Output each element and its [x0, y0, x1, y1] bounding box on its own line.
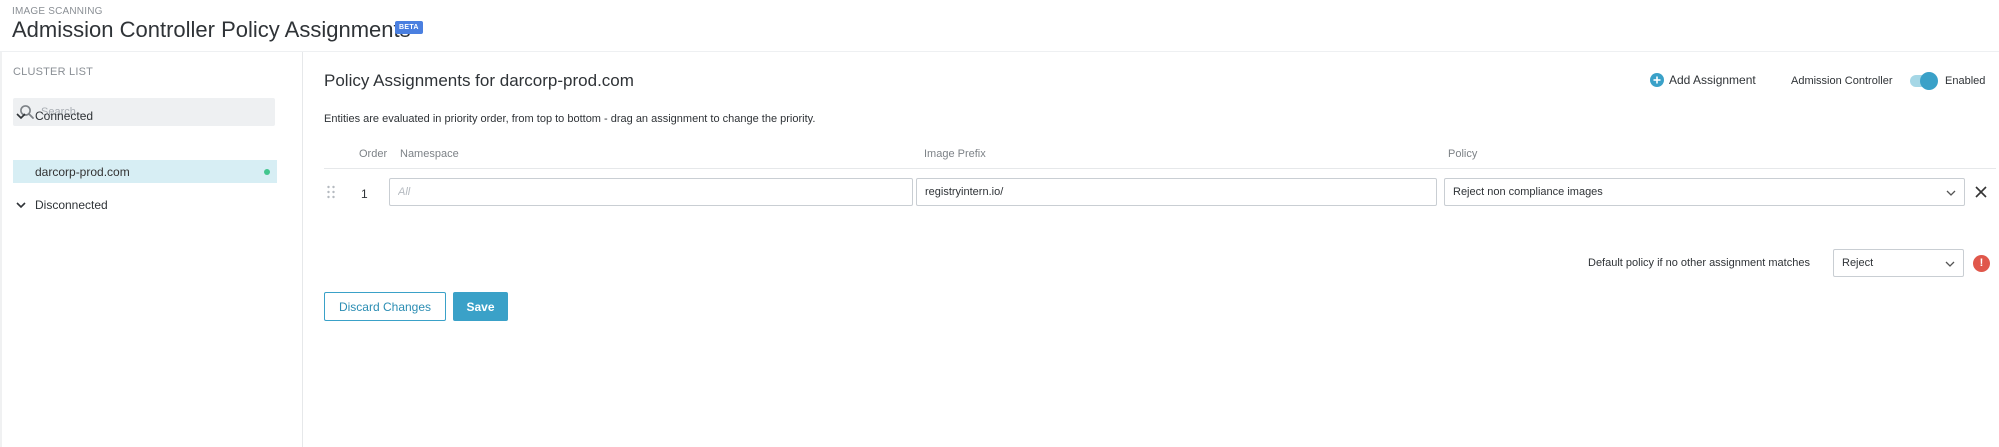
group-disconnected-toggle[interactable]: Disconnected — [15, 195, 108, 215]
column-header-order: Order — [359, 148, 388, 160]
row-order-number: 1 — [361, 187, 368, 201]
cluster-name: darcorp-prod.com — [35, 164, 130, 179]
chevron-down-icon — [16, 113, 26, 120]
assignments-title: Policy Assignments for darcorp-prod.com — [324, 71, 634, 90]
remove-assignment-icon[interactable] — [1974, 185, 1988, 199]
default-policy-select[interactable]: Reject — [1833, 249, 1964, 277]
group-connected-toggle[interactable]: Connected — [15, 106, 93, 126]
column-header-namespace: Namespace — [400, 148, 459, 160]
image-prefix-input[interactable] — [916, 178, 1437, 206]
chevron-down-icon — [16, 202, 26, 209]
warning-icon: ! — [1973, 255, 1990, 272]
chevron-down-icon — [1946, 190, 1956, 196]
plus-circle-icon — [1650, 73, 1664, 87]
cluster-sidebar: CLUSTER LIST Connected darcorp-prod.com … — [0, 52, 303, 447]
priority-description: Entities are evaluated in priority order… — [324, 113, 816, 125]
admission-controller-status: Enabled — [1945, 75, 1986, 87]
default-policy-label: Default policy if no other assignment ma… — [1588, 257, 1810, 269]
default-policy-value: Reject — [1842, 257, 1874, 269]
policy-select-value: Reject non compliance images — [1453, 186, 1603, 198]
admission-controller-label: Admission Controller — [1791, 75, 1893, 87]
cluster-item-darcorp-prod[interactable]: darcorp-prod.com — [13, 160, 277, 183]
group-label-connected: Connected — [35, 109, 94, 123]
column-header-image-prefix: Image Prefix — [924, 148, 986, 160]
chevron-down-icon — [1945, 261, 1955, 267]
policy-select[interactable]: Reject non compliance images — [1444, 178, 1965, 206]
add-assignment-label: Add Assignment — [1669, 73, 1756, 87]
discard-changes-button[interactable]: Discard Changes — [324, 292, 446, 321]
toggle-knob — [1920, 72, 1938, 90]
connected-status-dot — [264, 169, 270, 175]
cluster-list-heading: CLUSTER LIST — [13, 66, 94, 78]
save-button[interactable]: Save — [453, 292, 508, 321]
column-header-policy: Policy — [1448, 148, 1478, 160]
add-assignment-button[interactable]: Add Assignment — [1650, 73, 1756, 87]
admission-controller-toggle[interactable] — [1910, 72, 1938, 90]
section-eyebrow: IMAGE SCANNING — [12, 6, 103, 17]
main-panel: Policy Assignments for darcorp-prod.com … — [304, 52, 1999, 447]
table-divider — [324, 168, 1996, 169]
beta-badge: BETA — [395, 21, 423, 34]
group-label-disconnected: Disconnected — [35, 198, 108, 212]
page-title: Admission Controller Policy Assignments — [12, 17, 411, 42]
namespace-input[interactable] — [389, 178, 913, 206]
drag-handle-icon[interactable] — [326, 184, 336, 200]
page-header: IMAGE SCANNING Admission Controller Poli… — [0, 0, 1999, 52]
